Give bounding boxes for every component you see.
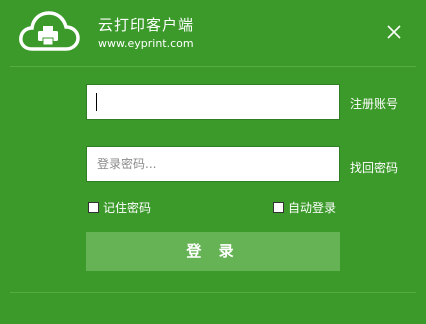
login-button[interactable]: 登 录 xyxy=(86,232,340,271)
recover-password-link[interactable]: 找回密码 xyxy=(350,159,398,176)
cloud-printer-icon xyxy=(18,9,80,55)
app-title: 云打印客户端 xyxy=(98,16,195,34)
remember-password-option[interactable]: 记住密码 xyxy=(88,199,151,216)
password-field[interactable] xyxy=(86,146,340,182)
auto-login-label: 自动登录 xyxy=(288,201,337,215)
register-account-link[interactable]: 注册账号 xyxy=(350,95,398,112)
auto-login-checkbox[interactable] xyxy=(273,202,284,213)
auto-login-option[interactable]: 自动登录 xyxy=(273,199,336,216)
title-bar: 云打印客户端 www.eyprint.com xyxy=(0,0,426,66)
username-field[interactable] xyxy=(86,84,340,120)
app-url: www.eyprint.com xyxy=(98,37,194,50)
remember-password-label: 记住密码 xyxy=(103,201,152,215)
header-divider xyxy=(10,66,416,67)
remember-password-checkbox[interactable] xyxy=(88,202,99,213)
footer-divider xyxy=(10,292,416,293)
close-icon[interactable] xyxy=(384,22,404,42)
text-caret xyxy=(96,93,97,111)
